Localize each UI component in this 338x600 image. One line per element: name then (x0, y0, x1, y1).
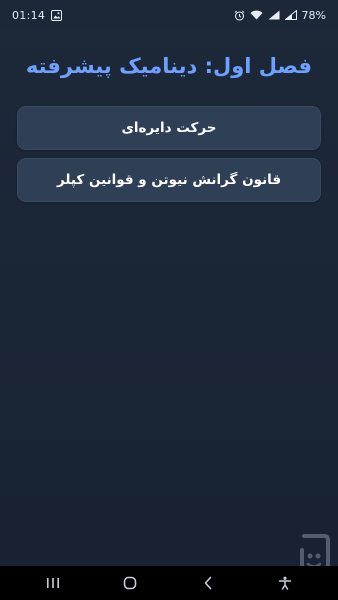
status-bar: 01:14 78% (0, 0, 338, 30)
menu-item-label: حرکت دایره‌ای (121, 120, 217, 136)
accessibility-icon (279, 576, 292, 590)
system-nav-bar (0, 566, 338, 600)
back-button[interactable] (188, 566, 228, 600)
home-button[interactable] (110, 566, 150, 600)
recent-apps-button[interactable] (33, 566, 73, 600)
signal-icon (268, 10, 280, 20)
status-left: 01:14 (12, 8, 63, 22)
menu-item-circular-motion[interactable]: حرکت دایره‌ای (17, 106, 321, 150)
menu-item-label: قانون گرانش نیوتن و قوانین کپلر (56, 172, 282, 188)
app-screen: 01:14 78% فصل اول: دینامیک پیشرفته حرکت … (0, 0, 338, 600)
status-right: 78% (234, 9, 326, 22)
home-icon (123, 576, 137, 590)
recent-apps-icon (46, 578, 59, 588)
chapter-menu: حرکت دایره‌ای قانون گرانش نیوتن و قوانین… (17, 106, 321, 202)
signal-icon (284, 10, 297, 20)
alarm-icon (234, 10, 245, 21)
battery-percent: 78% (301, 8, 326, 22)
wifi-icon (250, 10, 263, 20)
image-icon (51, 9, 63, 21)
back-icon (204, 576, 212, 590)
status-time: 01:14 (12, 8, 46, 22)
menu-item-gravitation-kepler[interactable]: قانون گرانش نیوتن و قوانین کپلر (17, 158, 321, 202)
page-title: فصل اول: دینامیک پیشرفته (25, 54, 312, 78)
accessibility-button[interactable] (265, 566, 305, 600)
